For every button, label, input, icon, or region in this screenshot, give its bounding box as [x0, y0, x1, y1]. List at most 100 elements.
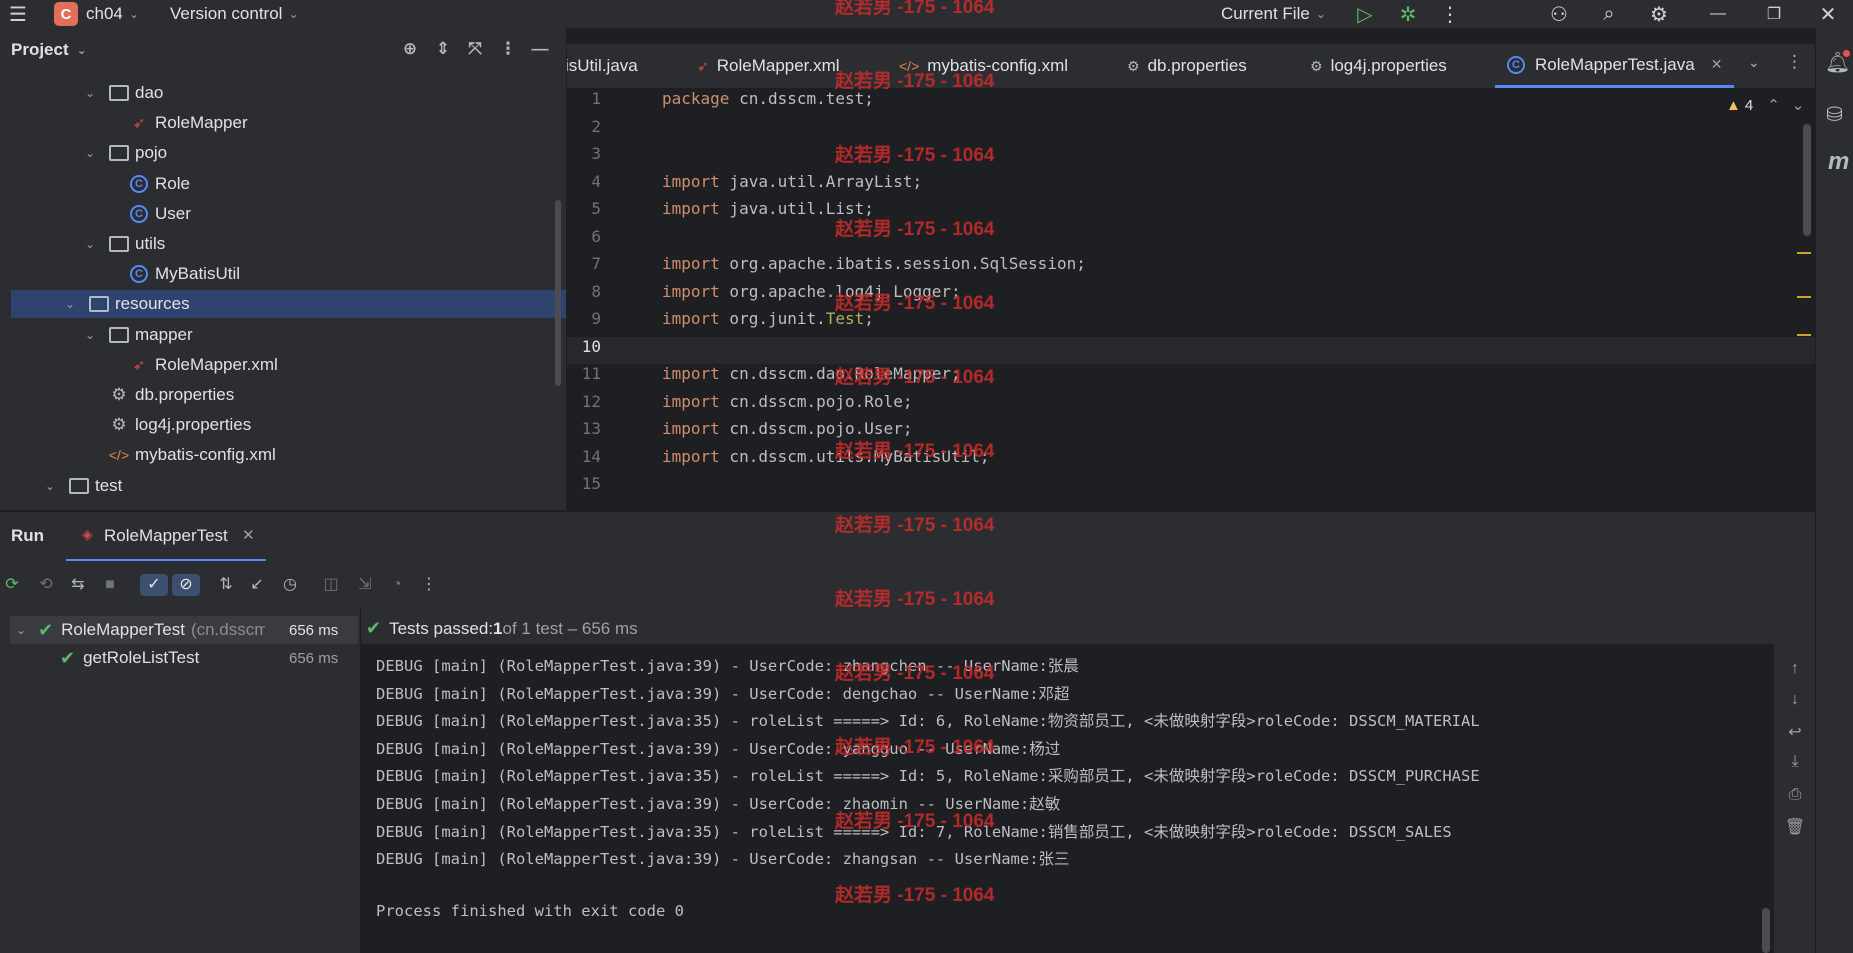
tree-item-utils[interactable]: ⌄ utils: [85, 230, 165, 258]
more-icon[interactable]: ⋮: [418, 574, 440, 596]
tree-item-dao[interactable]: ⌄ dao: [85, 79, 163, 107]
tree-item-user[interactable]: C User: [105, 200, 191, 228]
tree-item-label: User: [155, 203, 191, 223]
show-ignored-icon[interactable]: ⊘: [172, 574, 200, 596]
rerun-failed-icon[interactable]: ⟲: [35, 574, 57, 596]
tree-item-rolemapper-xml[interactable]: ➶ RoleMapper.xml: [105, 351, 278, 379]
project-switcher[interactable]: C ch04 ⌄: [54, 0, 139, 28]
tree-item-role[interactable]: C Role: [105, 170, 190, 198]
search-icon[interactable]: ⌕: [1596, 0, 1622, 28]
warning-marker[interactable]: [1797, 296, 1811, 298]
restore-icon[interactable]: ❐: [1762, 0, 1786, 28]
editor-scrollbar[interactable]: [1803, 124, 1811, 236]
chevron-down-icon[interactable]: ⌄: [16, 623, 26, 637]
close-tab-icon[interactable]: ✕: [1711, 56, 1723, 73]
next-highlight-icon[interactable]: ⌄: [1792, 96, 1805, 114]
sort-alphabetically-icon[interactable]: ⇅: [215, 574, 237, 596]
code-editor[interactable]: 1 package cn.dsscm.test; 2 3 4 import java.ut…: [567, 89, 1815, 510]
code-text: org.apache.ibatis.session.SqlSession;: [719, 254, 1086, 273]
previous-highlight-icon[interactable]: ⌃: [1767, 96, 1780, 114]
database-icon[interactable]: ⛁: [1826, 102, 1843, 127]
test-case-label: getRoleListTest: [83, 648, 200, 667]
tree-item-pojo[interactable]: ⌄ pojo: [85, 139, 167, 167]
minimize-icon[interactable]: —: [1706, 0, 1730, 28]
test-config-icon: ◈: [82, 526, 93, 542]
inspection-widget[interactable]: ▲ 4 ⌃ ⌄: [1726, 96, 1805, 115]
test-suite-row[interactable]: ⌄ ✔ RoleMapperTest (cn.dsscm.te 656 ms: [10, 616, 358, 644]
tab-label: log4j.properties: [1330, 56, 1447, 75]
settings-file-icon: ⚙: [111, 415, 127, 435]
tree-item-mybatis-config-xml[interactable]: </> mybatis-config.xml: [85, 441, 276, 469]
project-panel-title[interactable]: Project: [11, 40, 69, 60]
code-text: org.junit.: [719, 309, 826, 328]
chevron-down-icon[interactable]: ⌄: [65, 297, 79, 311]
tab-rolemapper-xml[interactable]: ➶ RoleMapper.xml: [697, 44, 840, 88]
test-history-icon[interactable]: ◷: [279, 574, 301, 596]
warning-marker[interactable]: [1797, 252, 1811, 254]
project-tree-scrollbar[interactable]: [555, 200, 561, 386]
export-icon[interactable]: ⇲: [354, 574, 376, 596]
chevron-down-icon[interactable]: ⌄: [85, 146, 99, 160]
clear-all-icon[interactable]: 🗑︎: [1784, 817, 1806, 839]
tab-isutil-java[interactable]: isUtil.java: [567, 44, 638, 88]
warning-count: 4: [1744, 96, 1754, 114]
close-tab-icon[interactable]: ✕: [242, 526, 255, 544]
tab-rolemappertest-java[interactable]: C RoleMapperTest.java ✕: [1495, 44, 1735, 88]
version-control-menu[interactable]: Version control ⌄: [170, 0, 299, 28]
code-keyword: package: [662, 89, 730, 108]
tree-item-log4j-properties[interactable]: ⚙ log4j.properties: [85, 411, 251, 439]
tree-item-rolemapper[interactable]: ➶ RoleMapper: [105, 109, 248, 137]
more-icon[interactable]: ⋮: [497, 38, 519, 60]
tab-log4j-properties[interactable]: ⚙ log4j.properties: [1310, 44, 1447, 88]
console-scrollbar[interactable]: [1762, 908, 1770, 953]
chevron-down-icon[interactable]: ⌄: [85, 86, 99, 100]
run-config-selector[interactable]: Current File ⌄: [1221, 0, 1326, 28]
chevron-down-icon[interactable]: ⌄: [77, 43, 87, 57]
chevron-down-icon[interactable]: ⌄: [85, 237, 99, 251]
expand-all-icon[interactable]: ⇕: [432, 38, 454, 60]
tab-db-properties[interactable]: ⚙ db.properties: [1127, 44, 1247, 88]
line-number: 15: [581, 474, 601, 493]
console-output[interactable]: DEBUG [main] (RoleMapperTest.java:39) - …: [361, 644, 1774, 953]
chevron-down-icon[interactable]: ⌄: [85, 328, 99, 342]
test-suite-package: (cn.dsscm.te: [190, 620, 265, 639]
scroll-up-icon[interactable]: ↑: [1784, 660, 1806, 682]
locate-icon[interactable]: ⊕: [399, 38, 421, 60]
debug-icon[interactable]: ✲: [1396, 0, 1420, 28]
coverage-icon[interactable]: ◔: [386, 574, 408, 596]
add-user-icon[interactable]: ⚇: [1546, 0, 1572, 28]
print-icon[interactable]: ⎙: [1784, 786, 1806, 808]
chevron-down-icon[interactable]: ⌄: [45, 479, 59, 493]
tab-run-config[interactable]: ◈ RoleMapperTest ✕: [66, 512, 266, 562]
stop-icon[interactable]: ■: [99, 574, 121, 596]
settings-icon[interactable]: ⚙: [1646, 0, 1672, 28]
tab-list-chevron-icon[interactable]: ⌄: [1748, 54, 1760, 71]
run-icon[interactable]: ▷: [1353, 0, 1377, 28]
more-icon[interactable]: ⋮: [1438, 0, 1462, 28]
maven-icon[interactable]: m: [1828, 148, 1849, 176]
screenshot-icon[interactable]: ◫: [320, 574, 342, 596]
scroll-to-end-icon[interactable]: ⤓: [1784, 753, 1806, 775]
tree-item-resources[interactable]: ⌄ resources: [11, 290, 566, 319]
show-passed-icon[interactable]: ✓: [140, 574, 168, 596]
import-tests-icon[interactable]: ↙: [246, 574, 268, 596]
test-case-row[interactable]: ✔ getRoleListTest 656 ms: [60, 644, 358, 672]
tree-item-test[interactable]: ⌄ test: [45, 472, 122, 500]
collapse-all-icon[interactable]: ⤧: [464, 38, 486, 60]
tree-item-db-properties[interactable]: ⚙ db.properties: [85, 381, 234, 409]
more-icon[interactable]: ⋮: [1786, 52, 1803, 72]
code-text: java.util.ArrayList;: [719, 171, 923, 191]
rerun-icon[interactable]: ⟳: [1, 574, 23, 596]
tree-item-mybatisutil[interactable]: C MyBatisUtil: [105, 260, 240, 288]
tree-item-mapper[interactable]: ⌄ mapper: [85, 321, 193, 349]
run-panel-title[interactable]: Run: [11, 526, 44, 546]
line-number: 12: [581, 391, 601, 411]
hide-panel-icon[interactable]: —: [529, 38, 551, 60]
soft-wrap-icon[interactable]: ↩: [1784, 722, 1806, 744]
hamburger-menu-icon[interactable]: ☰: [6, 0, 30, 28]
toggle-auto-test-icon[interactable]: ⇆: [67, 574, 89, 596]
scroll-down-icon[interactable]: ↓: [1784, 691, 1806, 713]
warning-marker[interactable]: [1797, 334, 1811, 336]
close-icon[interactable]: ✕: [1816, 0, 1840, 28]
class-icon: C: [1507, 55, 1525, 74]
